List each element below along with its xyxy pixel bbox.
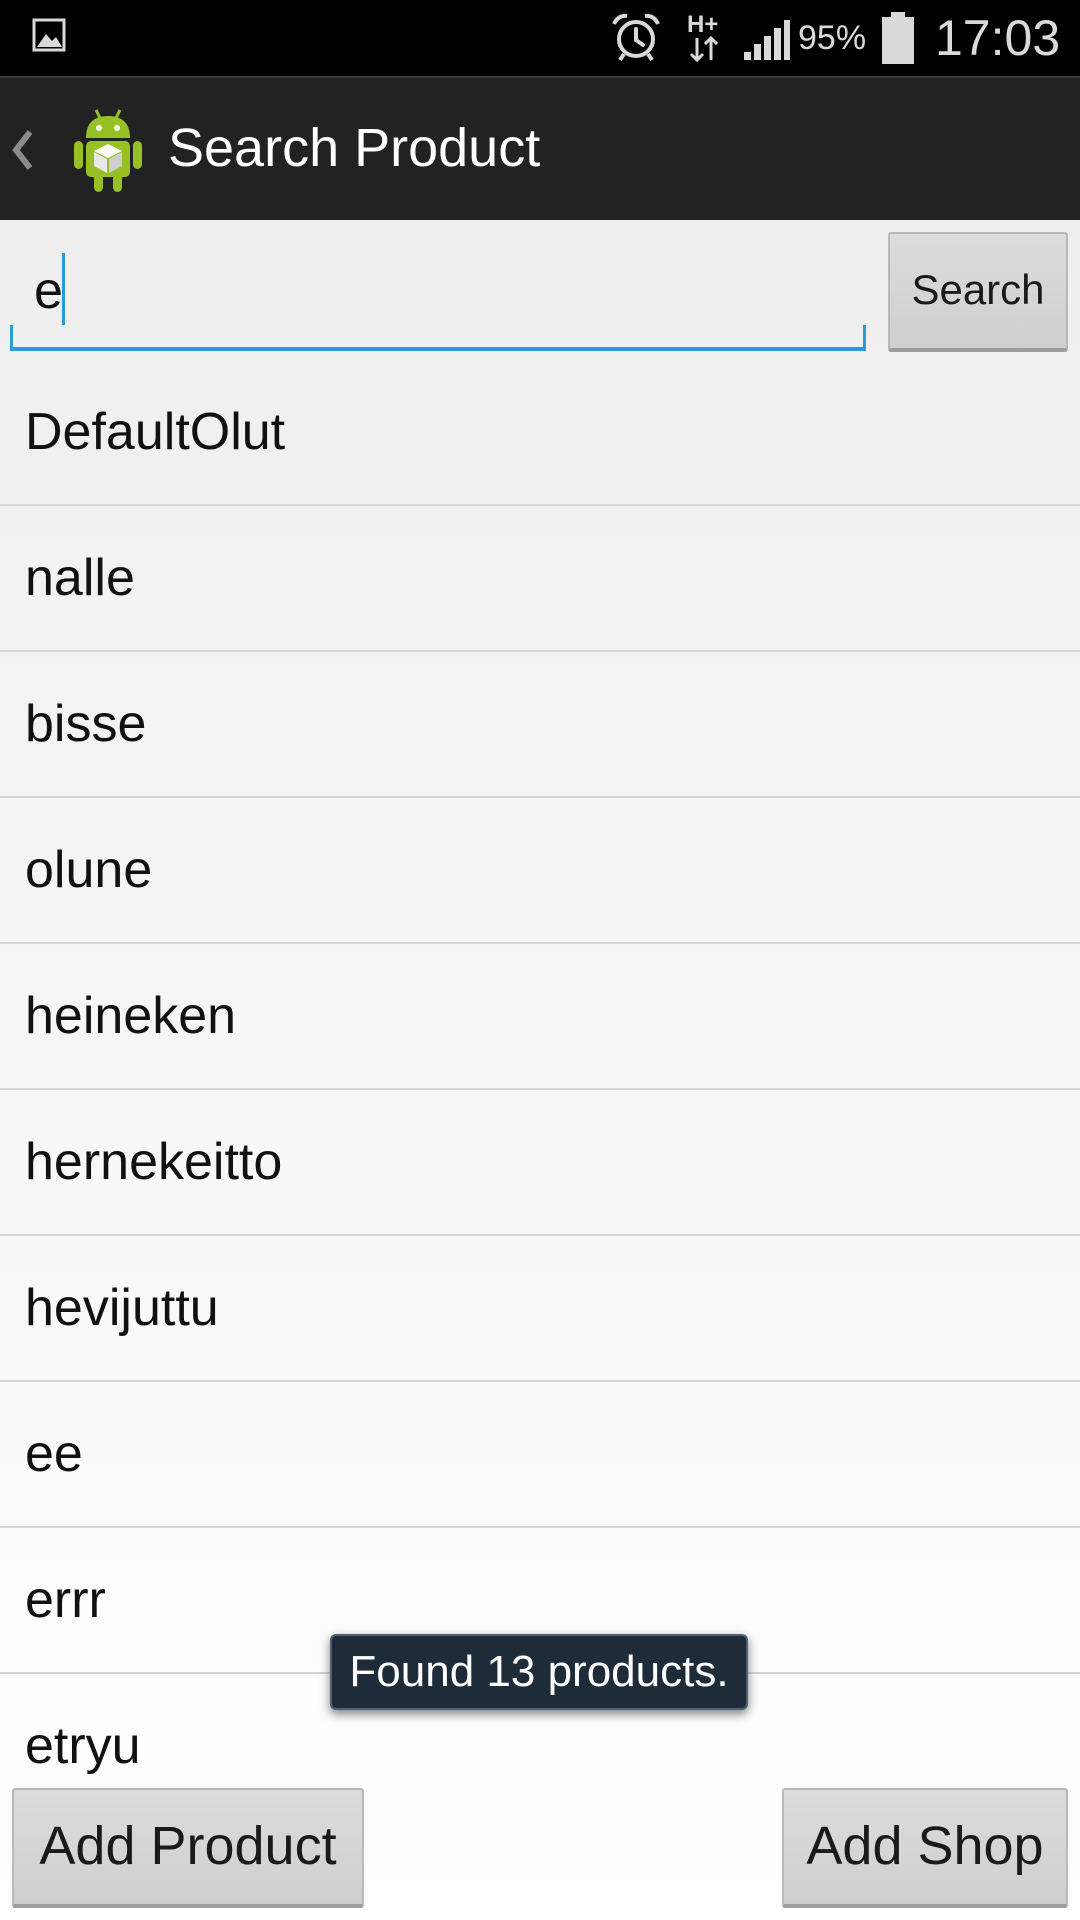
- product-list[interactable]: DefaultOlut nalle bisse olune heineken h…: [0, 360, 1080, 1784]
- search-input[interactable]: [10, 235, 866, 351]
- action-bar: Search Product: [0, 76, 1080, 220]
- status-bar: H+ 95% 17:03: [0, 0, 1080, 76]
- back-chevron-icon[interactable]: [10, 128, 36, 172]
- text-cursor: [62, 253, 65, 325]
- list-item[interactable]: hevijuttu: [0, 1236, 1080, 1382]
- battery-percent: 95%: [798, 19, 867, 57]
- add-shop-button[interactable]: Add Shop: [782, 1788, 1068, 1908]
- list-item[interactable]: DefaultOlut: [0, 360, 1080, 506]
- list-item[interactable]: hernekeitto: [0, 1090, 1080, 1236]
- search-button[interactable]: Search: [888, 232, 1068, 352]
- alarm-icon: [612, 13, 660, 62]
- battery-icon: [882, 12, 914, 64]
- svg-text:H+: H+: [687, 11, 718, 38]
- page-title: Search Product: [168, 118, 541, 178]
- clock: 17:03: [935, 10, 1061, 66]
- add-product-button[interactable]: Add Product: [12, 1788, 364, 1908]
- signal-icon: [744, 20, 790, 60]
- list-item[interactable]: ee: [0, 1382, 1080, 1528]
- gallery-icon: [32, 18, 66, 52]
- android-app-icon[interactable]: [68, 106, 148, 194]
- list-item[interactable]: nalle: [0, 506, 1080, 652]
- list-item[interactable]: bisse: [0, 652, 1080, 798]
- hspa-plus-icon: H+: [687, 11, 718, 63]
- list-item[interactable]: heineken: [0, 944, 1080, 1090]
- toast-message: Found 13 products.: [330, 1634, 748, 1710]
- list-item[interactable]: olune: [0, 798, 1080, 944]
